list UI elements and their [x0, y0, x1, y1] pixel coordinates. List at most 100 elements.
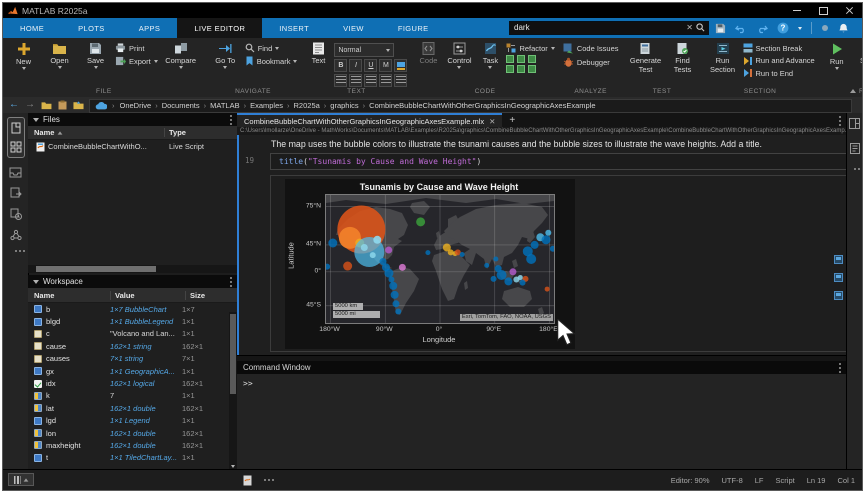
text-style-dropdown[interactable]: Normal	[334, 43, 394, 57]
tab-insert[interactable]: INSERT	[262, 18, 326, 38]
breadcrumb-item[interactable]: Examples	[250, 101, 283, 110]
hub-panel-icon[interactable]	[10, 229, 22, 241]
text-color-icon[interactable]	[394, 59, 407, 72]
clipboard-icon[interactable]	[58, 100, 67, 110]
live-editor-document[interactable]: The map uses the bubble colors to illust…	[237, 135, 847, 355]
collapse-files-icon[interactable]	[33, 118, 39, 122]
workspace-row[interactable]: k71×1	[28, 390, 237, 402]
details-panel-icon[interactable]	[850, 143, 860, 154]
workspace-row[interactable]: cause162×1 string162×1	[28, 340, 237, 352]
file-row[interactable]: CombineBubbleChartWithO... Live Script	[28, 140, 237, 153]
indent-decrease-icon[interactable]	[364, 74, 377, 87]
status-more-icon[interactable]	[264, 479, 266, 481]
up-folder-icon[interactable]	[73, 100, 84, 110]
run-and-advance-button[interactable]: Run and Advance	[743, 56, 815, 66]
tab-figure[interactable]: FIGURE	[381, 18, 446, 38]
editor-tab-menu-icon[interactable]	[839, 116, 841, 118]
help-dropdown-icon[interactable]	[798, 27, 802, 30]
variables-panel-icon[interactable]	[10, 187, 22, 199]
panel-layout-button[interactable]	[8, 473, 34, 486]
output-thumbnail-icon[interactable]	[834, 255, 843, 264]
scrollbar-thumb[interactable]	[36, 266, 156, 272]
notifications-bell-icon[interactable]	[838, 23, 849, 34]
bookmark-button[interactable]: Bookmark	[245, 56, 298, 66]
indent-increase-icon[interactable]	[379, 74, 392, 87]
collapse-ribbon-icon[interactable]	[850, 89, 856, 93]
align-icon[interactable]	[394, 74, 407, 87]
collapse-workspace-icon[interactable]	[33, 280, 39, 284]
workspace-row[interactable]: b1×7 BubbleChart1×7	[28, 303, 237, 315]
editor-tab[interactable]: CombineBubbleChartWithOtherGraphicsInGeo…	[237, 113, 502, 127]
code-tool-icon[interactable]	[517, 65, 525, 73]
run-section-button[interactable]: Run Section	[706, 40, 740, 74]
document-paragraph[interactable]: The map uses the bubble colors to illust…	[271, 139, 827, 149]
goto-button[interactable]: Go To	[209, 40, 242, 69]
workspace-row[interactable]: lat162×1 double162×1	[28, 402, 237, 414]
section-break-button[interactable]: Section Break	[743, 43, 815, 53]
tab-plots[interactable]: PLOTS	[61, 18, 122, 38]
task-button[interactable]: Task	[477, 40, 503, 69]
forward-icon[interactable]: →	[25, 100, 35, 110]
workspace-column-name[interactable]: Name	[28, 291, 111, 300]
monospace-icon[interactable]: M	[379, 59, 392, 72]
control-button[interactable]: Control	[444, 40, 474, 69]
search-box[interactable]: ✕	[509, 21, 709, 35]
more-sidebar-icon[interactable]	[854, 168, 856, 170]
breadcrumb-item[interactable]: graphics	[330, 101, 358, 110]
document-status-icon[interactable]	[243, 475, 252, 486]
save-icon[interactable]	[715, 23, 726, 34]
bullet-list-icon[interactable]	[334, 74, 347, 87]
workspace-row[interactable]: idx162×1 logical162×1	[28, 377, 237, 389]
code-tool-icon[interactable]	[528, 55, 536, 63]
command-window-menu-icon[interactable]	[839, 363, 841, 365]
tab-home[interactable]: HOME	[3, 18, 61, 38]
code-tool-icon[interactable]	[506, 65, 514, 73]
workspace-row[interactable]: maxheight162×1 double162×1	[28, 439, 237, 451]
code-button[interactable]: Code	[415, 40, 441, 66]
workspace-column-size[interactable]: Size	[186, 291, 237, 300]
find-tests-button[interactable]: Find Tests	[668, 40, 698, 74]
text-button[interactable]: Text	[305, 40, 331, 66]
files-column-type[interactable]: Type	[165, 128, 237, 137]
files-column-name[interactable]: Name	[28, 128, 165, 137]
clear-search-icon[interactable]: ✕	[683, 23, 696, 32]
code-tool-icon[interactable]	[517, 55, 525, 63]
refactor-button[interactable]: Refactor	[506, 43, 554, 53]
numbered-list-icon[interactable]	[349, 74, 362, 87]
command-window-header[interactable]: Command Window	[237, 361, 847, 374]
history-panel-icon[interactable]	[10, 208, 22, 220]
layout-panels-icon[interactable]	[849, 118, 860, 129]
workspace-row[interactable]: lon162×1 double162×1	[28, 427, 237, 439]
print-button[interactable]: Print	[115, 43, 158, 53]
figure-output[interactable]: Tsunamis by Cause and Wave Height Latitu…	[285, 179, 575, 349]
more-panels-icon[interactable]	[15, 250, 17, 252]
breadcrumb-item[interactable]: Documents	[162, 101, 200, 110]
search-icon[interactable]	[696, 23, 708, 32]
run-button[interactable]: Run	[823, 40, 851, 70]
files-horizontal-scrollbar[interactable]	[28, 265, 238, 273]
step-button[interactable]: Step	[854, 40, 863, 66]
workspace-panel-icon[interactable]	[10, 141, 22, 153]
workspace-column-value[interactable]: Value	[111, 291, 186, 300]
workspace-vertical-scrollbar[interactable]	[229, 312, 237, 470]
workspace-row[interactable]: blgd1×1 BubbleLegend1×1	[28, 315, 237, 327]
run-to-end-button[interactable]: Run to End	[743, 68, 815, 78]
help-icon[interactable]: ?	[777, 22, 789, 34]
workspace-row[interactable]: t1×1 TiledChartLay...1×1	[28, 452, 237, 464]
underline-icon[interactable]: U	[364, 59, 377, 72]
workspace-panel-header[interactable]: Workspace	[28, 275, 237, 288]
breadcrumb-item[interactable]: CombineBubbleChartWithOtherGraphicsInGeo…	[369, 101, 595, 110]
output-thumbnail-icon[interactable]	[834, 291, 843, 300]
status-dot-icon[interactable]	[821, 24, 829, 32]
search-input[interactable]	[510, 23, 683, 32]
map-plot[interactable]: 5000 km 5000 mi Esri, TomTom, FAO, NOAA,…	[325, 194, 555, 324]
workspace-row[interactable]: c"Volcano and Lan...1×1	[28, 328, 237, 340]
maximize-button[interactable]	[818, 6, 828, 16]
workspace-row[interactable]: lgd1×1 Legend1×1	[28, 415, 237, 427]
breadcrumb-item[interactable]: R2025a	[294, 101, 320, 110]
workspace-row[interactable]: gx1×1 GeographicA...1×1	[28, 365, 237, 377]
command-window[interactable]: >>	[237, 374, 847, 470]
workspace-row[interactable]: causes7×1 string7×1	[28, 353, 237, 365]
undo-icon[interactable]	[735, 23, 747, 34]
open-button[interactable]: Open	[43, 40, 76, 69]
